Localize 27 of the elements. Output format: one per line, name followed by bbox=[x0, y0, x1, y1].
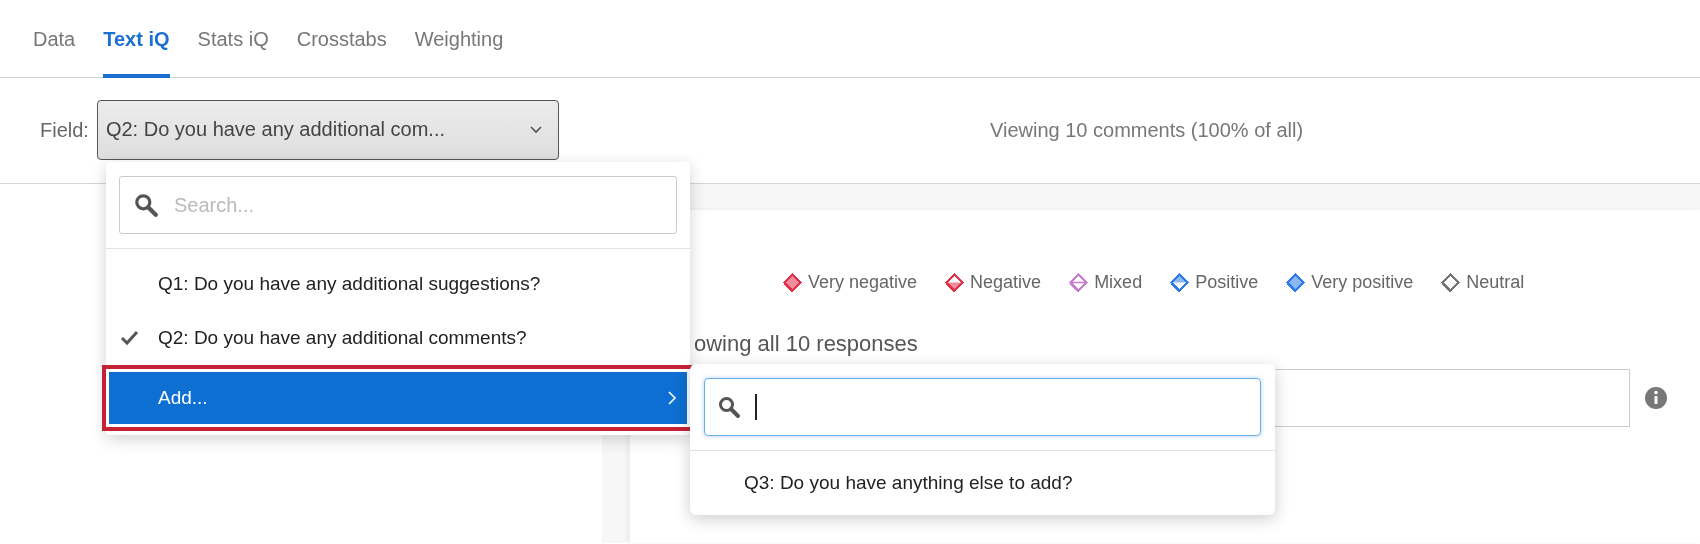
legend-label: Positive bbox=[1195, 272, 1259, 293]
menu-item[interactable]: Add... bbox=[102, 365, 694, 431]
tab[interactable]: Data bbox=[33, 0, 76, 78]
tab[interactable]: Weighting bbox=[414, 0, 504, 78]
menu-item[interactable]: Q2: Do you have any additional comments? bbox=[106, 311, 690, 365]
chevron-right-icon bbox=[666, 390, 678, 406]
search-icon bbox=[717, 395, 741, 419]
search-field[interactable] bbox=[704, 378, 1261, 436]
tab[interactable]: Stats iQ bbox=[197, 0, 269, 78]
legend-label: Very positive bbox=[1311, 272, 1414, 293]
search-icon bbox=[133, 192, 159, 218]
chevron-down-icon bbox=[527, 123, 544, 136]
search-field[interactable]: Search... bbox=[119, 176, 677, 234]
comment-count: Viewing 10 comments (100% of all) bbox=[990, 119, 1305, 142]
field-label: Field: bbox=[40, 119, 89, 142]
tab[interactable]: Crosstabs bbox=[296, 0, 387, 78]
legend-label: Very negative bbox=[808, 272, 918, 293]
legend-label: Mixed bbox=[1094, 272, 1143, 293]
text-cursor bbox=[755, 394, 757, 420]
menu-item[interactable]: Q3: Do you have anything else to add? bbox=[690, 451, 1275, 515]
field-dropdown[interactable]: Q2: Do you have any additional com... bbox=[96, 99, 559, 160]
legend-label: Negative bbox=[970, 272, 1042, 293]
menu-item[interactable]: Q1: Do you have any additional suggestions? bbox=[106, 257, 690, 311]
responses-heading: owing all 10 responses bbox=[694, 331, 918, 357]
info-icon[interactable] bbox=[1644, 386, 1668, 410]
tab[interactable]: Text iQ bbox=[103, 0, 170, 78]
legend-label: Neutral bbox=[1466, 272, 1525, 293]
